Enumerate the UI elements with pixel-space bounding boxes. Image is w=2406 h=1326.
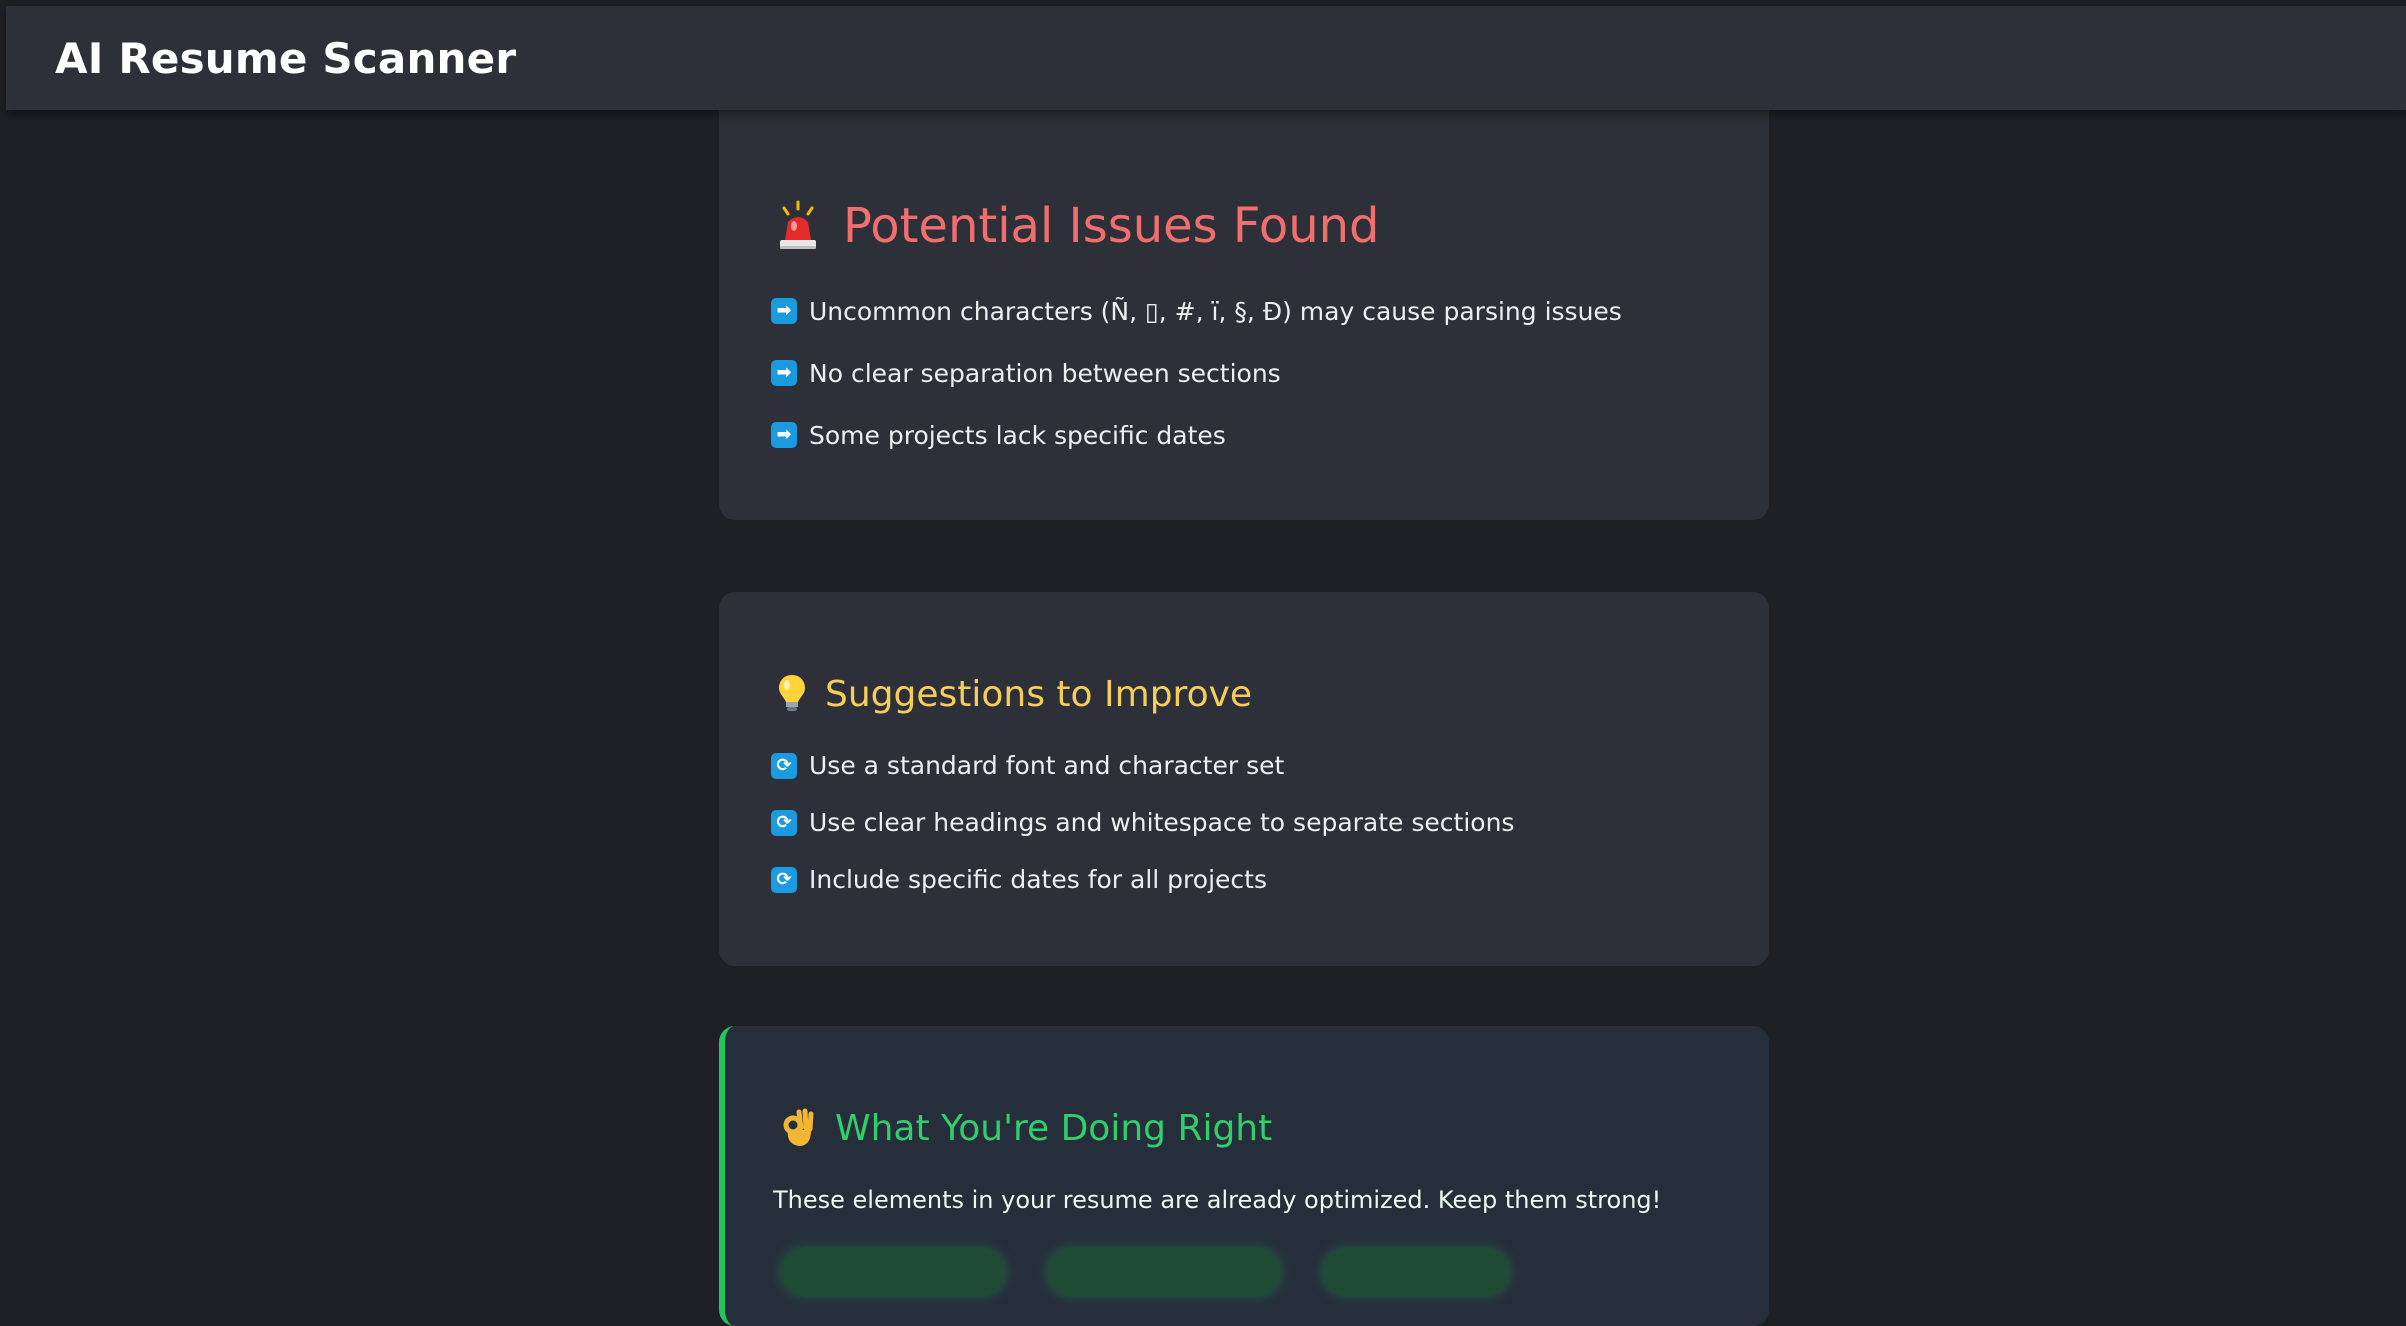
strength-chip [781, 1248, 1005, 1296]
issue-text: Uncommon characters (Ñ, ▯, #, ï, §, Ð) m… [809, 297, 1622, 326]
issues-heading: Potential Issues Found [773, 198, 1380, 254]
issue-text: Some projects lack specific dates [809, 421, 1226, 450]
list-item: ⟳ Use a standard font and character set [771, 737, 1514, 794]
lightbulb-icon [773, 672, 811, 716]
list-item: ➡ Some projects lack specific dates [771, 404, 1622, 466]
doing-right-card: What You're Doing Right These elements i… [719, 1026, 1769, 1326]
suggestions-card: Suggestions to Improve ⟳ Use a standard … [719, 592, 1769, 966]
issue-text: No clear separation between sections [809, 359, 1281, 388]
refresh-icon: ⟳ [771, 753, 797, 779]
strength-chip [1047, 1248, 1281, 1296]
list-item: ➡ Uncommon characters (Ñ, ▯, #, ï, §, Ð)… [771, 280, 1622, 342]
suggestions-list: ⟳ Use a standard font and character set … [771, 737, 1514, 908]
doing-right-heading: What You're Doing Right [779, 1106, 1272, 1150]
right-arrow-icon: ➡ [771, 298, 797, 324]
suggestions-title: Suggestions to Improve [825, 674, 1252, 715]
top-bar: AI Resume Scanner [6, 6, 2406, 110]
refresh-icon: ⟳ [771, 867, 797, 893]
doing-right-title: What You're Doing Right [835, 1108, 1272, 1149]
refresh-icon: ⟳ [771, 810, 797, 836]
suggestion-text: Use clear headings and whitespace to sep… [809, 808, 1514, 837]
issues-card: Potential Issues Found ➡ Uncommon charac… [719, 96, 1769, 520]
doing-right-description: These elements in your resume are alread… [773, 1186, 1661, 1214]
app-title: AI Resume Scanner [55, 34, 516, 83]
issues-list: ➡ Uncommon characters (Ñ, ▯, #, ï, §, Ð)… [771, 280, 1622, 466]
ok-hand-icon [779, 1106, 817, 1150]
strength-chip [1323, 1248, 1509, 1296]
list-item: ⟳ Include specific dates for all project… [771, 851, 1514, 908]
issues-title: Potential Issues Found [843, 198, 1380, 254]
suggestion-text: Use a standard font and character set [809, 751, 1284, 780]
suggestions-heading: Suggestions to Improve [773, 672, 1252, 716]
right-arrow-icon: ➡ [771, 422, 797, 448]
siren-icon [773, 198, 823, 254]
suggestion-text: Include specific dates for all projects [809, 865, 1267, 894]
list-item: ➡ No clear separation between sections [771, 342, 1622, 404]
list-item: ⟳ Use clear headings and whitespace to s… [771, 794, 1514, 851]
right-arrow-icon: ➡ [771, 360, 797, 386]
